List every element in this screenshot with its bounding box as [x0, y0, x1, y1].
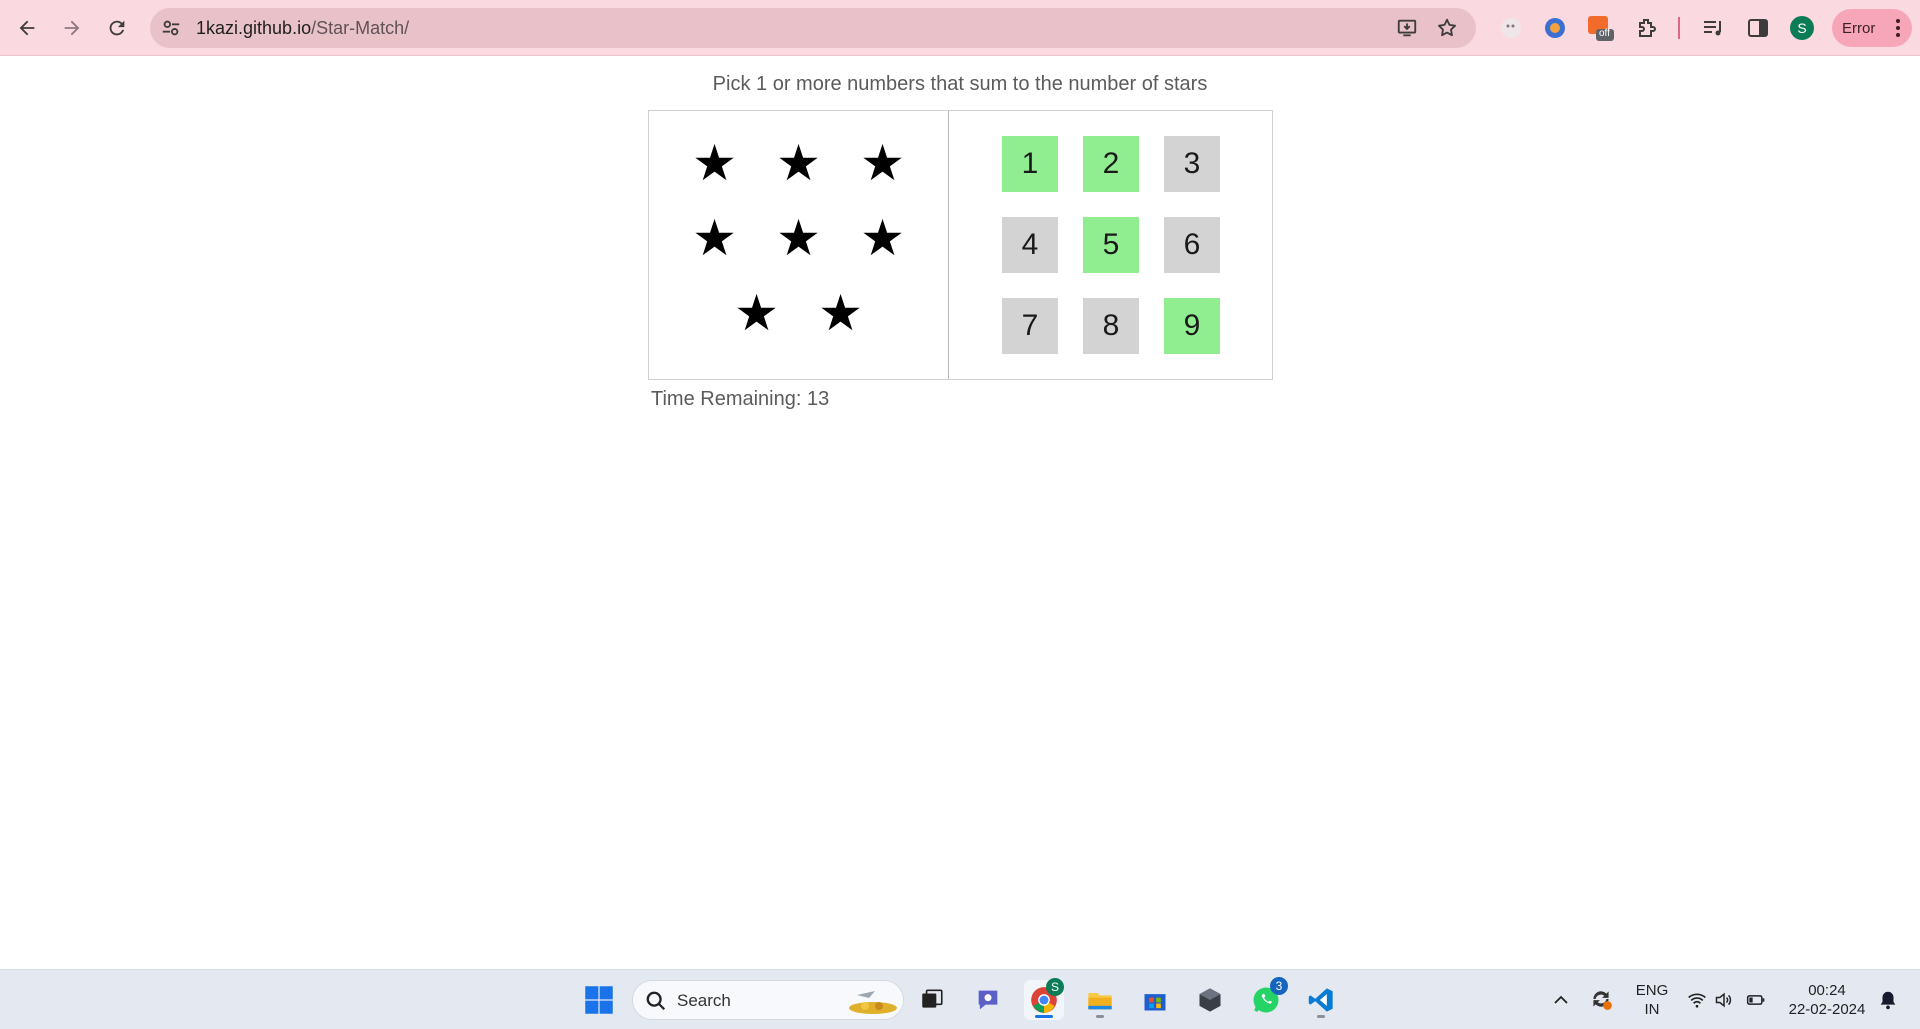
install-app-icon[interactable] — [1396, 17, 1418, 39]
clock-date: 22-02-2024 — [1788, 1001, 1866, 1018]
address-bar[interactable]: 1kazi.github.io/Star-Match/ — [150, 8, 1476, 48]
cube-app-icon — [1199, 988, 1221, 1012]
chrome-profile-badge: S — [1046, 978, 1064, 996]
whatsapp-notification-badge: 3 — [1270, 977, 1288, 995]
windows-logo-icon — [585, 986, 613, 1014]
wifi-icon[interactable] — [1687, 990, 1707, 1010]
task-view-icon — [922, 989, 943, 1008]
url-path: /Star-Match/ — [311, 18, 410, 38]
teams-chat-button[interactable] — [968, 980, 1008, 1020]
star-icon: ★ — [692, 209, 737, 266]
folder-icon — [1088, 993, 1112, 1010]
extension-circle-icon[interactable] — [1541, 14, 1569, 42]
number-button-7[interactable]: 7 — [1002, 298, 1058, 354]
star-icon: ★ — [860, 134, 905, 191]
star-icon: ★ — [776, 134, 821, 191]
error-chip-button[interactable]: Error — [1832, 9, 1912, 47]
clock[interactable]: 00:24 22-02-2024 — [1782, 981, 1872, 1019]
search-highlight-icon — [849, 991, 897, 1014]
vscode-button[interactable] — [1301, 980, 1341, 1020]
number-button-8[interactable]: 8 — [1083, 298, 1139, 354]
star-icon: ★ — [734, 284, 779, 341]
star-icon: ★ — [692, 134, 737, 191]
number-button-6[interactable]: 6 — [1164, 217, 1220, 273]
search-label: Search — [677, 991, 731, 1010]
active-indicator — [1035, 1015, 1053, 1018]
more-menu-icon[interactable] — [1896, 18, 1900, 38]
file-explorer-button[interactable] — [1080, 980, 1120, 1020]
site-info-icon[interactable] — [160, 17, 182, 39]
help-text: Pick 1 or more numbers that sum to the n… — [712, 73, 1208, 95]
store-button[interactable] — [1135, 980, 1175, 1020]
clock-time: 00:24 — [1808, 982, 1846, 999]
language-line1: ENG — [1635, 982, 1669, 999]
stars-panel: ★ ★ ★ ★ ★ ★ ★ ★ — [649, 111, 949, 379]
search-icon — [646, 991, 666, 1011]
taskbar-search[interactable]: Search — [632, 980, 904, 1020]
reload-icon — [109, 20, 125, 36]
running-indicator — [1096, 1015, 1104, 1018]
arrow-left-icon — [19, 20, 35, 36]
vscode-icon — [1308, 988, 1333, 1012]
number-button-1[interactable]: 1 — [1002, 136, 1058, 192]
extension-calendar-icon[interactable]: off — [1586, 14, 1614, 42]
notification-bell-icon[interactable] — [1877, 989, 1899, 1011]
media-controls-icon[interactable] — [1699, 14, 1727, 42]
back-button[interactable] — [9, 10, 45, 46]
error-label: Error — [1842, 19, 1876, 37]
number-button-2[interactable]: 2 — [1083, 136, 1139, 192]
numbers-panel: 123 456 789 — [949, 111, 1272, 379]
unity-button[interactable] — [1190, 980, 1230, 1020]
running-indicator — [1317, 1015, 1325, 1018]
browser-toolbar: 1kazi.github.io/Star-Match/ off S Error — [0, 0, 1920, 56]
volume-icon[interactable] — [1714, 990, 1734, 1010]
reload-button[interactable] — [99, 10, 135, 46]
bookmark-star-icon[interactable] — [1436, 17, 1458, 39]
chat-icon — [978, 990, 998, 1010]
store-icon — [1144, 994, 1166, 1011]
toolbar-separator — [1678, 17, 1680, 39]
chevron-up-icon[interactable] — [1553, 992, 1569, 1008]
number-button-3[interactable]: 3 — [1164, 136, 1220, 192]
star-icon: ★ — [776, 209, 821, 266]
number-button-4[interactable]: 4 — [1002, 217, 1058, 273]
url-host: 1kazi.github.io — [196, 18, 312, 38]
chrome-taskbar-button[interactable]: S — [1024, 978, 1064, 1020]
star-icon: ★ — [860, 209, 905, 266]
battery-icon[interactable] — [1745, 990, 1767, 1010]
start-button[interactable] — [579, 980, 619, 1020]
extensions-puzzle-icon[interactable] — [1633, 14, 1661, 42]
windows-taskbar: Search S 3 ENG IN 00:24 22-02-2024 — [0, 969, 1920, 1029]
whatsapp-button[interactable]: 3 — [1246, 977, 1288, 1020]
sync-icon[interactable] — [1588, 986, 1614, 1012]
task-view-button[interactable] — [912, 980, 952, 1020]
extension-ghost-icon[interactable] — [1497, 14, 1525, 42]
star-icon: ★ — [818, 284, 863, 341]
arrow-right-icon — [64, 20, 80, 36]
forward-button[interactable] — [54, 10, 90, 46]
number-button-5[interactable]: 5 — [1083, 217, 1139, 273]
language-line2: IN — [1644, 1001, 1660, 1018]
profile-avatar[interactable]: S — [1790, 16, 1814, 40]
language-indicator[interactable]: ENG IN — [1634, 981, 1670, 1019]
side-panel-icon[interactable] — [1744, 14, 1772, 42]
number-button-9[interactable]: 9 — [1164, 298, 1220, 354]
game-board: ★ ★ ★ ★ ★ ★ ★ ★ 123 456 789 — [648, 110, 1273, 380]
extension-off-badge: off — [1599, 28, 1610, 39]
timer-text: Time Remaining: 13 — [651, 388, 830, 410]
url-text: 1kazi.github.io/Star-Match/ — [196, 18, 409, 39]
